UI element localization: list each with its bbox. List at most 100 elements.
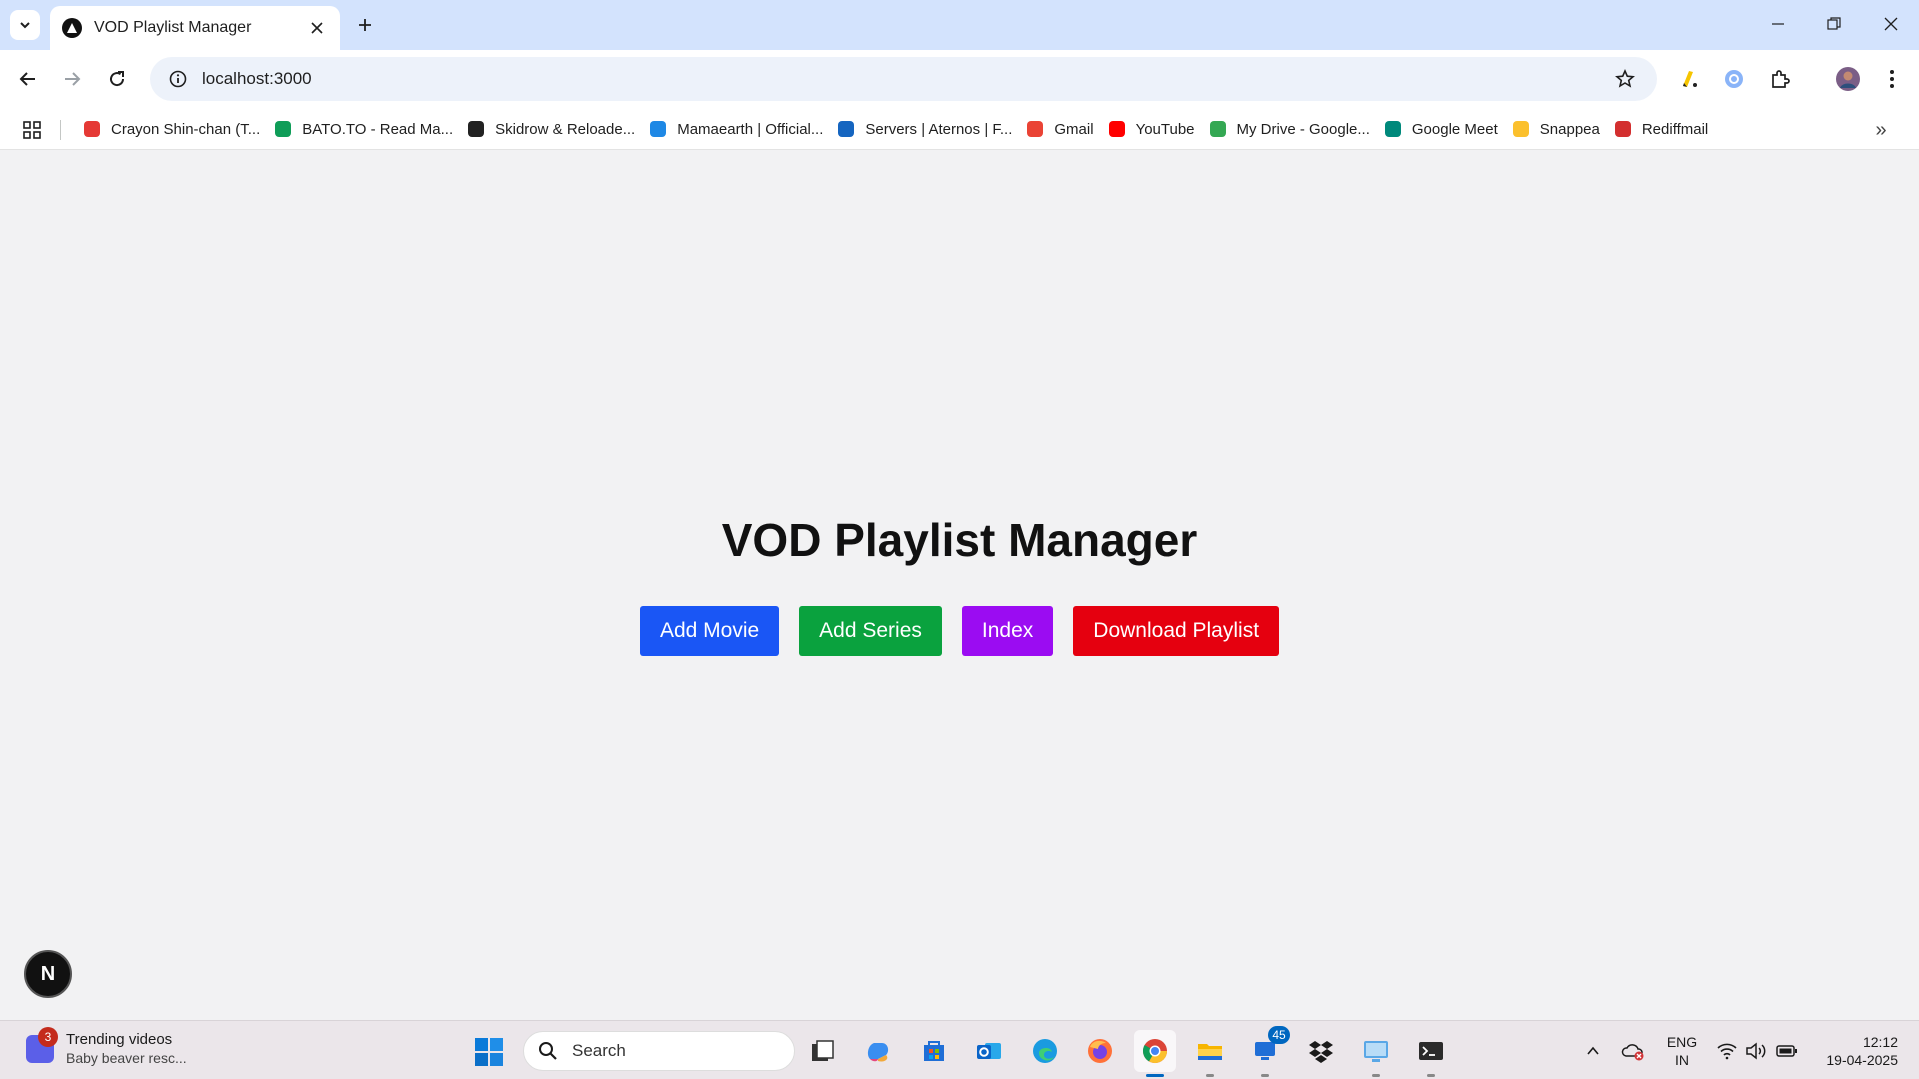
tray-overflow-button[interactable] — [1580, 1021, 1606, 1079]
nextjs-dev-indicator[interactable]: N — [24, 950, 72, 998]
chevron-up-icon — [1587, 1046, 1599, 1055]
windows-taskbar: 3 Trending videos Baby beaver resc... Se… — [0, 1020, 1919, 1079]
back-button[interactable] — [12, 63, 44, 95]
meet-icon — [1384, 120, 1402, 138]
bookmark-label: Servers | Aternos | F... — [865, 120, 1013, 138]
add-movie-button[interactable]: Add Movie — [639, 606, 780, 656]
bookmark-label: Snappea — [1539, 120, 1600, 138]
browser-toolbar: localhost:3000 — [0, 50, 1919, 108]
youtube-icon — [1108, 120, 1126, 138]
chevron-down-icon — [20, 22, 30, 29]
bookmark-item[interactable]: Skidrow & Reloade... — [460, 113, 642, 145]
copilot-app[interactable] — [857, 1030, 899, 1072]
battery-status[interactable] — [1772, 1021, 1802, 1079]
bookmark-label: BATO.TO - Read Ma... — [302, 120, 454, 138]
bookmark-item[interactable]: Google Meet — [1377, 113, 1505, 145]
tab-close-icon[interactable] — [306, 17, 328, 39]
app-running-indicator — [1261, 1074, 1269, 1077]
extension-notes-icon[interactable] — [1670, 61, 1706, 97]
dropbox-app[interactable] — [1300, 1030, 1342, 1072]
volume-status[interactable] — [1742, 1021, 1770, 1079]
copilot-icon — [867, 1043, 889, 1062]
restore-button[interactable] — [1806, 0, 1862, 48]
wifi-status[interactable] — [1712, 1021, 1742, 1079]
bookmark-star-icon[interactable] — [1605, 59, 1645, 99]
browser-menu-icon[interactable] — [1874, 61, 1910, 97]
bookmark-item[interactable]: My Drive - Google... — [1202, 113, 1377, 145]
bookmarks-separator — [60, 120, 61, 140]
index-button[interactable]: Index — [961, 606, 1054, 656]
plus-icon — [359, 19, 371, 31]
remote-desktop-app[interactable] — [1355, 1030, 1397, 1077]
cloud-error-icon — [1621, 1043, 1644, 1060]
file-explorer-app[interactable] — [1189, 1030, 1231, 1077]
widgets-button[interactable]: 3 Trending videos Baby beaver resc... — [26, 1026, 187, 1066]
bookmark-item[interactable]: BATO.TO - Read Ma... — [267, 113, 460, 145]
action-buttons: Add Movie Add Series Index Download Play… — [0, 606, 1919, 656]
bookmark-item[interactable]: Crayon Shin-chan (T... — [76, 113, 267, 145]
reload-button[interactable] — [101, 63, 133, 95]
firefox-app[interactable] — [1079, 1030, 1121, 1072]
apps-grid-icon[interactable] — [18, 116, 46, 144]
region-code: IN — [1675, 1052, 1689, 1068]
close-icon — [1884, 17, 1898, 31]
bookmarks-list: Crayon Shin-chan (T... BATO.TO - Read Ma.… — [76, 108, 1715, 150]
speaker-icon — [1746, 1041, 1766, 1060]
input-language-indicator[interactable]: ENG IN — [1662, 1033, 1702, 1069]
profile-avatar[interactable] — [1830, 61, 1866, 97]
extension-search-icon[interactable] — [1716, 61, 1752, 97]
bookmark-item[interactable]: Snappea — [1505, 113, 1607, 145]
site-info-icon[interactable] — [156, 57, 200, 101]
remote-desktop-icon — [1364, 1041, 1388, 1062]
minimize-button[interactable] — [1750, 0, 1806, 48]
clock-time: 12:12 — [1862, 1034, 1898, 1050]
active-tab[interactable]: VOD Playlist Manager — [50, 6, 340, 50]
tab-favicon-icon — [62, 18, 82, 38]
forward-button[interactable] — [56, 63, 88, 95]
url-text[interactable]: localhost:3000 — [202, 69, 1605, 89]
address-bar[interactable]: localhost:3000 — [150, 57, 1657, 101]
explorer-running-indicator — [1206, 1074, 1214, 1077]
bato-icon — [274, 120, 292, 138]
store-updates-app[interactable]: 45 — [1244, 1026, 1290, 1077]
bookmarks-overflow-icon[interactable]: » — [1867, 116, 1895, 144]
start-button[interactable] — [474, 1037, 504, 1067]
notification-count-badge: 45 — [1268, 1026, 1290, 1044]
terminal-icon — [1419, 1042, 1443, 1060]
folder-icon — [1198, 1044, 1222, 1060]
minimize-icon — [1772, 23, 1784, 25]
language-code: ENG — [1666, 1034, 1698, 1050]
taskbar-search-box[interactable]: Search — [523, 1031, 795, 1071]
chrome-app[interactable] — [1134, 1030, 1176, 1077]
skidrow-icon — [467, 120, 485, 138]
download-playlist-button[interactable]: Download Playlist — [1073, 606, 1280, 656]
bookmark-item[interactable]: Rediffmail — [1607, 113, 1715, 145]
edge-app[interactable] — [1024, 1030, 1066, 1072]
bookmark-label: My Drive - Google... — [1236, 120, 1370, 138]
add-series-button[interactable]: Add Series — [799, 606, 942, 656]
store-icon — [924, 1041, 944, 1061]
bookmark-item[interactable]: Servers | Aternos | F... — [830, 113, 1019, 145]
system-clock[interactable]: 12:12 19-04-2025 — [1810, 1033, 1910, 1069]
new-tab-button[interactable] — [350, 10, 380, 40]
windows-logo-icon — [475, 1038, 503, 1066]
task-view-button[interactable] — [802, 1030, 844, 1072]
bookmark-item[interactable]: YouTube — [1101, 113, 1202, 145]
bookmark-label: Gmail — [1054, 120, 1094, 138]
bookmark-item[interactable]: Gmail — [1019, 113, 1100, 145]
browser-tab-strip: VOD Playlist Manager — [0, 0, 1919, 50]
bookmark-label: Google Meet — [1411, 120, 1498, 138]
extensions-puzzle-icon[interactable] — [1762, 61, 1798, 97]
onedrive-status[interactable] — [1618, 1021, 1648, 1079]
tab-search-button[interactable] — [10, 10, 40, 40]
widget-subtitle: Baby beaver resc... — [66, 1050, 187, 1066]
close-window-button[interactable] — [1863, 0, 1919, 48]
outlook-app[interactable] — [968, 1030, 1010, 1072]
terminal-app[interactable] — [1410, 1030, 1452, 1077]
app-running-indicator — [1427, 1074, 1435, 1077]
microsoft-store-app[interactable] — [913, 1030, 955, 1072]
aternos-icon — [837, 120, 855, 138]
bookmark-item[interactable]: Mamaearth | Official... — [642, 113, 830, 145]
drive-icon — [1209, 120, 1227, 138]
bookmark-label: Rediffmail — [1641, 120, 1709, 138]
